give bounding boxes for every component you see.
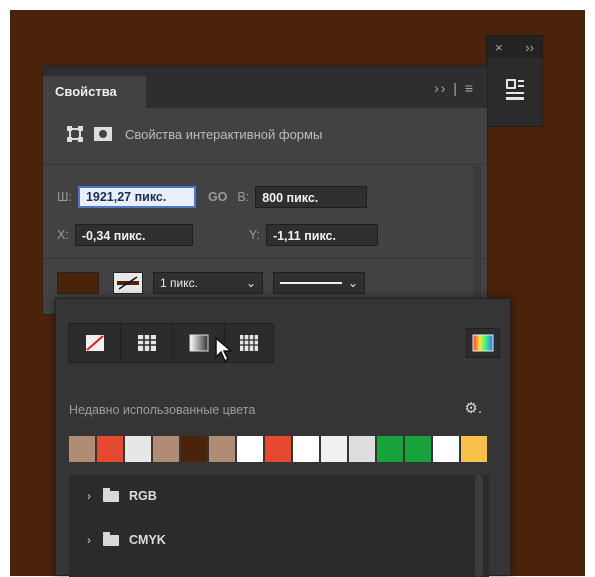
fill-color-swatch[interactable] bbox=[57, 272, 99, 294]
color-swatch[interactable] bbox=[265, 436, 291, 462]
width-label: Ш: bbox=[57, 190, 72, 204]
recent-colors-label: Недавно использованные цвета bbox=[69, 403, 256, 417]
solid-color-button[interactable] bbox=[121, 324, 173, 362]
fill-swatches-popup: Недавно использованные цвета ⚙. › RGB › … bbox=[55, 298, 511, 577]
y-label: Y: bbox=[248, 228, 260, 242]
position-row: X: -0,34 пикс. Y: -1,11 пикс. bbox=[43, 224, 501, 246]
y-field[interactable]: -1,11 пикс. bbox=[265, 224, 378, 246]
color-swatch[interactable] bbox=[237, 436, 263, 462]
swatch-folder-list: › RGB › CMYK bbox=[69, 475, 489, 577]
folder-icon bbox=[103, 531, 119, 546]
shape-properties-title: Свойства интерактивной формы bbox=[125, 126, 323, 142]
mouse-cursor-icon bbox=[215, 336, 234, 368]
transform-icon[interactable] bbox=[65, 124, 85, 144]
divider bbox=[43, 164, 487, 165]
stroke-width-value: 1 пикс. bbox=[160, 276, 198, 290]
color-swatch[interactable] bbox=[97, 436, 123, 462]
panel-scrollbar[interactable] bbox=[473, 166, 481, 306]
panel-header: Свойства ›› | ≡ bbox=[43, 66, 487, 108]
width-field[interactable]: 1921,27 пикс. bbox=[77, 186, 196, 208]
color-picker-button[interactable] bbox=[466, 328, 500, 358]
color-swatch[interactable] bbox=[125, 436, 151, 462]
color-swatch[interactable] bbox=[209, 436, 235, 462]
gear-icon[interactable]: ⚙. bbox=[464, 399, 482, 417]
color-swatch[interactable] bbox=[69, 436, 95, 462]
stroke-type-dropdown[interactable]: ⌄ bbox=[273, 272, 365, 294]
color-swatch[interactable] bbox=[181, 436, 207, 462]
folder-label: CMYK bbox=[129, 533, 166, 547]
color-swatch[interactable] bbox=[153, 436, 179, 462]
mini-panel-header: × ›› bbox=[487, 36, 542, 58]
height-label: В: bbox=[237, 190, 250, 204]
chevron-down-icon: ⌄ bbox=[245, 276, 256, 290]
color-swatch[interactable] bbox=[377, 436, 403, 462]
chevron-right-icon: › bbox=[87, 489, 91, 503]
folder-cmyk[interactable]: › CMYK bbox=[87, 531, 166, 547]
color-swatch[interactable] bbox=[433, 436, 459, 462]
appearance-row: 1 пикс. ⌄ ⌄ bbox=[43, 272, 501, 294]
size-row: Ш: 1921,27 пикс. GO В: 800 пикс. bbox=[43, 186, 501, 208]
list-scrollbar[interactable] bbox=[475, 475, 483, 577]
folder-label: RGB bbox=[129, 489, 157, 503]
divider bbox=[43, 258, 487, 259]
folder-icon bbox=[103, 487, 119, 502]
mini-close-button[interactable]: × bbox=[495, 40, 503, 55]
panel-menu-controls[interactable]: ›› | ≡ bbox=[434, 80, 475, 96]
properties-panel: Свойства ›› | ≡ Свойства интерактивной ф… bbox=[42, 65, 488, 315]
shape-title-row: Свойства интерактивной формы bbox=[43, 124, 509, 144]
chevron-down-icon: ⌄ bbox=[347, 276, 358, 290]
properties-panel-icon[interactable] bbox=[500, 76, 530, 104]
fill-type-selector bbox=[68, 323, 274, 363]
color-swatch[interactable] bbox=[349, 436, 375, 462]
folder-rgb[interactable]: › RGB bbox=[87, 487, 157, 503]
recent-swatches bbox=[69, 436, 487, 462]
mask-icon[interactable] bbox=[93, 124, 113, 144]
chevron-right-icon: › bbox=[87, 533, 91, 547]
color-swatch[interactable] bbox=[321, 436, 347, 462]
collapsed-properties-panel: × ›› bbox=[486, 35, 543, 127]
color-swatch[interactable] bbox=[461, 436, 487, 462]
stroke-width-dropdown[interactable]: 1 пикс. ⌄ bbox=[153, 272, 263, 294]
solid-line-icon bbox=[280, 282, 342, 284]
x-label: X: bbox=[57, 228, 69, 242]
stroke-color-button[interactable] bbox=[113, 272, 143, 294]
mini-expand-button[interactable]: ›› bbox=[525, 40, 534, 55]
no-color-button[interactable] bbox=[69, 324, 121, 362]
tab-properties[interactable]: Свойства bbox=[43, 76, 146, 108]
link-dimensions-icon[interactable]: GO bbox=[208, 190, 227, 204]
height-field[interactable]: 800 пикс. bbox=[255, 186, 368, 208]
color-swatch[interactable] bbox=[293, 436, 319, 462]
color-swatch[interactable] bbox=[405, 436, 431, 462]
x-field[interactable]: -0,34 пикс. bbox=[74, 224, 193, 246]
